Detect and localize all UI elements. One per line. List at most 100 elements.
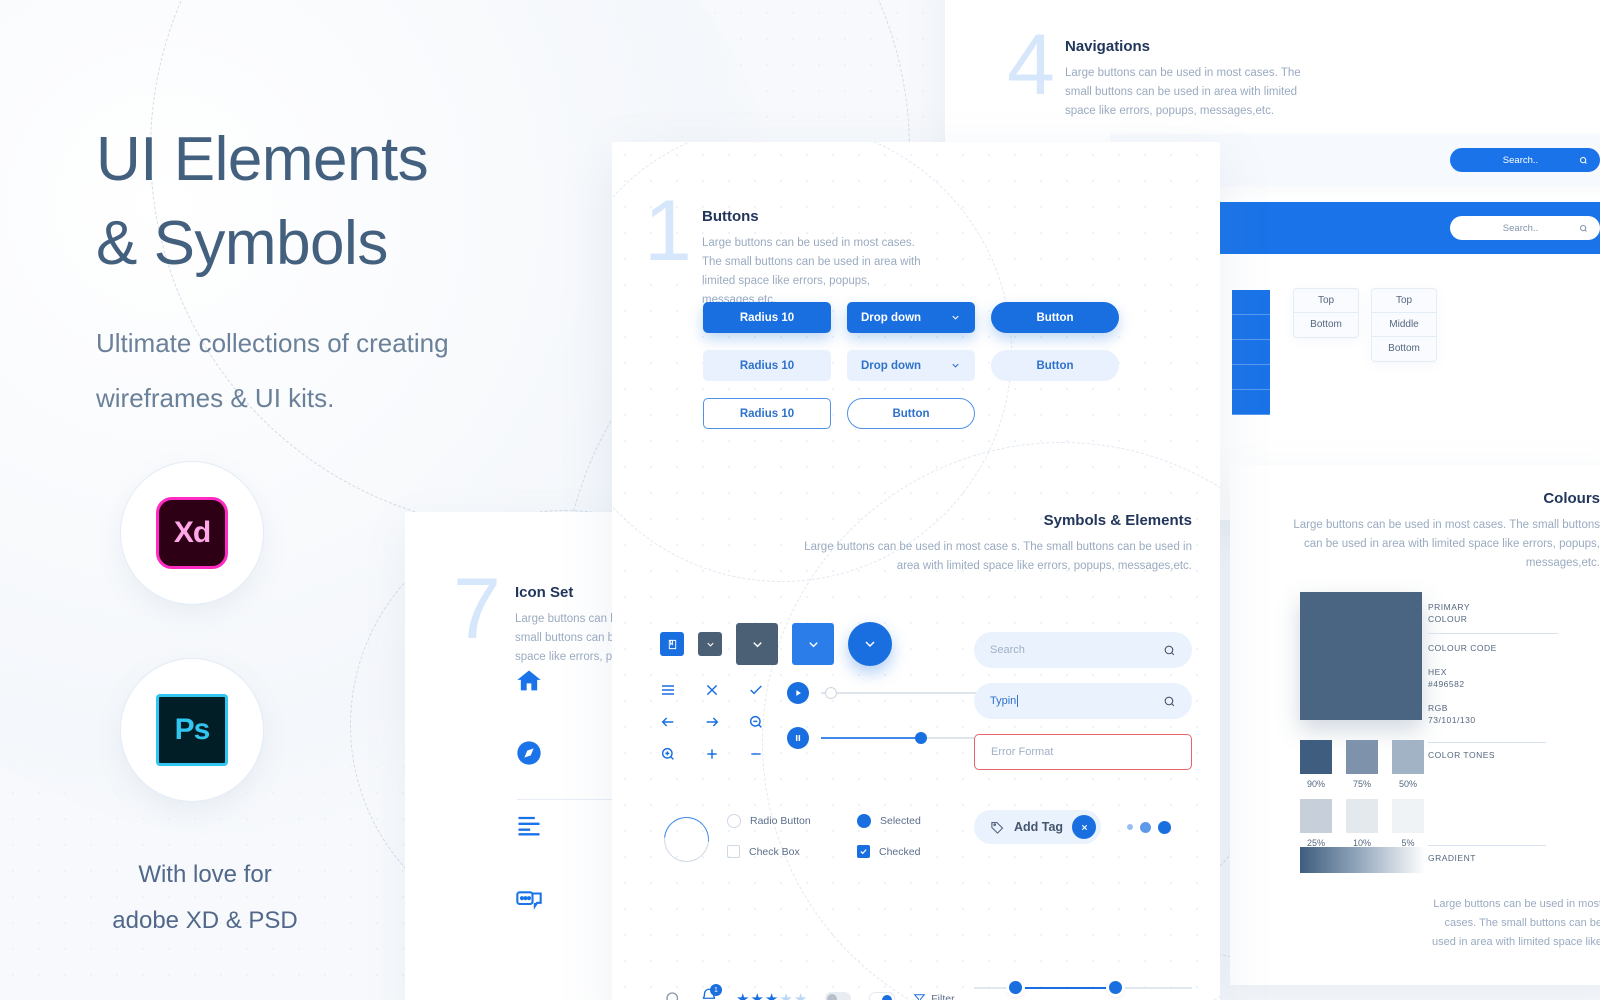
star-empty-icon[interactable]: ★ — [794, 990, 807, 1000]
button-pill-ghost[interactable]: Button — [847, 398, 975, 429]
play-button[interactable] — [787, 682, 809, 704]
toggle-off[interactable] — [825, 992, 852, 1000]
error-input[interactable]: Error Format — [974, 734, 1192, 770]
search-icon[interactable] — [1163, 644, 1176, 657]
page-title-line-2: & Symbols — [96, 209, 388, 278]
tab-bottom[interactable]: Bottom — [1294, 313, 1358, 337]
search-icon[interactable] — [1163, 695, 1176, 708]
button-radius10-ghost[interactable]: Radius 10 — [703, 398, 831, 429]
tab-group-two[interactable]: Top Bottom — [1293, 288, 1359, 338]
adobe-xd-icon: Xd — [156, 497, 228, 569]
dropdown-label: Drop down — [861, 311, 922, 324]
star-filled-icon[interactable]: ★ — [736, 990, 749, 1000]
star-filled-icon[interactable]: ★ — [750, 990, 763, 1000]
search-icon[interactable] — [664, 990, 682, 1000]
vertical-nav-item[interactable] — [1232, 365, 1270, 390]
vertical-nav-item[interactable] — [1232, 315, 1270, 340]
primary-colour-label: PRIMARY COLOUR — [1428, 595, 1558, 631]
button-pill-tint[interactable]: Button — [991, 350, 1119, 381]
dropdown-solid[interactable]: Drop down — [847, 302, 975, 333]
dropdown-tint[interactable]: Drop down — [847, 350, 975, 381]
zoom-in-icon[interactable] — [660, 746, 676, 762]
tab-top[interactable]: Top — [1294, 289, 1358, 313]
dropdown-chip-slate-small[interactable] — [698, 632, 722, 656]
colour-tone: 50% — [1392, 740, 1424, 799]
radio-unselected[interactable]: Radio Button — [727, 814, 857, 828]
pagination-dot[interactable] — [1127, 824, 1134, 830]
range-fill — [1013, 987, 1114, 989]
filter-control[interactable]: Filter — [913, 992, 955, 1000]
symbols-description: Large buttons can be used in most case s… — [804, 541, 1192, 572]
book-icon-button[interactable] — [660, 632, 684, 656]
pause-icon — [795, 735, 801, 741]
range-knob-min[interactable] — [1008, 981, 1022, 994]
checkbox-checked[interactable]: Checked — [857, 845, 920, 858]
vertical-nav-item[interactable] — [1232, 290, 1270, 315]
close-icon[interactable] — [704, 682, 720, 698]
primary-colour-swatch — [1300, 592, 1422, 720]
range-track[interactable] — [974, 981, 1192, 994]
arrow-right-icon[interactable] — [704, 714, 720, 730]
dropdown-chip-slate-large[interactable] — [736, 623, 778, 665]
pagination-dot[interactable] — [1158, 820, 1172, 834]
compass-icon[interactable] — [515, 739, 543, 767]
align-left-icon[interactable] — [515, 811, 543, 839]
check-icon[interactable] — [748, 682, 764, 698]
menu-icon[interactable] — [660, 682, 676, 698]
progress-knob[interactable] — [914, 732, 927, 744]
vertical-nav-strip[interactable] — [1232, 290, 1270, 415]
mini-icon-row — [660, 682, 768, 698]
button-radius10-tint[interactable]: Radius 10 — [703, 350, 831, 381]
tab-group-three[interactable]: Top Middle Bottom — [1371, 288, 1437, 362]
typing-input[interactable]: Typin — [974, 683, 1192, 719]
notification-bell[interactable]: 1 — [700, 984, 722, 1000]
zoom-out-icon[interactable] — [748, 714, 764, 730]
tab-bottom[interactable]: Bottom — [1372, 337, 1436, 361]
checkbox-empty-icon — [727, 845, 740, 858]
pagination-dots[interactable] — [1127, 820, 1172, 834]
price-range-slider: From : $200 To : $800 — [974, 981, 1192, 1000]
pause-button[interactable] — [787, 727, 809, 749]
search-icon — [1580, 224, 1587, 232]
star-rating[interactable]: ★ ★ ★ ★ ★ — [736, 990, 807, 1000]
button-radius10-solid[interactable]: Radius 10 — [703, 302, 831, 333]
tab-middle[interactable]: Middle — [1372, 313, 1436, 337]
dropdown-label: Drop down — [861, 359, 922, 372]
gradient-swatch — [1300, 847, 1425, 873]
vertical-nav-item[interactable] — [1232, 340, 1270, 365]
chat-icon[interactable] — [515, 883, 543, 911]
pagination-dot[interactable] — [1140, 821, 1152, 833]
range-knob-max[interactable] — [1109, 981, 1123, 994]
minus-icon[interactable] — [748, 746, 764, 762]
tone-swatch — [1300, 799, 1332, 833]
add-tag-chip[interactable]: Add Tag — [974, 810, 1102, 844]
book-icon — [668, 639, 676, 649]
hex-value: #496582 — [1428, 679, 1465, 689]
navbar-search-filled[interactable]: Search.. — [1450, 148, 1600, 172]
vertical-nav-item[interactable] — [1232, 390, 1270, 415]
star-filled-icon[interactable]: ★ — [765, 990, 778, 1000]
home-icon[interactable] — [515, 667, 543, 695]
credits-line-2: adobe XD & PSD — [112, 907, 298, 934]
radio-selected[interactable]: Selected — [857, 814, 921, 828]
page-subtitle: Ultimate collections of creating wirefra… — [96, 316, 566, 426]
dropdown-chip-blue-large[interactable] — [792, 623, 834, 665]
section-number-1: 1 — [644, 183, 692, 279]
dropdown-chip-circle[interactable] — [848, 622, 892, 666]
radio-filled-icon — [857, 814, 871, 828]
toggle-on[interactable] — [869, 992, 896, 1000]
arrow-left-icon[interactable] — [660, 714, 676, 730]
adobe-xd-logo-badge: Xd — [120, 461, 264, 605]
remove-tag-button[interactable] — [1072, 815, 1097, 839]
tab-top[interactable]: Top — [1372, 289, 1436, 313]
navbar-search-white[interactable]: Search.. — [1450, 216, 1600, 240]
star-empty-icon[interactable]: ★ — [779, 990, 792, 1000]
search-input[interactable]: Search — [974, 632, 1192, 668]
button-pill-solid[interactable]: Button — [991, 302, 1119, 333]
navbar-search-label: Search.. — [1502, 222, 1539, 234]
checkbox-unchecked[interactable]: Check Box — [727, 845, 857, 858]
progress-knob[interactable] — [824, 687, 837, 699]
play-icon — [796, 690, 801, 696]
page-subtitle-line-1: Ultimate collections of creating — [96, 328, 449, 358]
plus-icon[interactable] — [704, 746, 720, 762]
